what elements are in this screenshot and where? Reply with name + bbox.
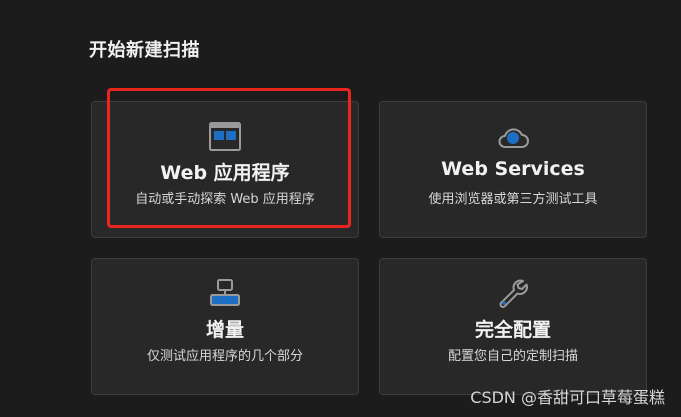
card-web-application[interactable]: Web 应用程序 自动或手动探索 Web 应用程序 [91,101,359,238]
new-scan-page: 开始新建扫描 Web 应用程序 自动或手动探索 Web 应用程序 Web Ser… [0,0,681,417]
incremental-blocks-icon [210,279,240,306]
card-description: 配置您自己的定制扫描 [447,349,578,364]
card-title: 完全配置 [474,319,551,341]
card-title: Web 应用程序 [160,162,290,184]
card-incremental[interactable]: 增量 仅测试应用程序的几个部分 [91,258,359,395]
card-description: 自动或手动探索 Web 应用程序 [135,192,315,207]
watermark: CSDN @香甜可口草莓蛋糕 [470,388,665,407]
card-description: 仅测试应用程序的几个部分 [146,349,303,364]
card-title: 增量 [205,319,244,341]
card-full-configuration[interactable]: 完全配置 配置您自己的定制扫描 [379,258,647,395]
card-title: Web Services [441,158,585,180]
cloud-globe-icon [498,128,529,148]
card-web-services[interactable]: Web Services 使用浏览器或第三方测试工具 [379,101,647,238]
card-description: 使用浏览器或第三方测试工具 [428,192,598,207]
section-title: 开始新建扫描 [89,40,200,61]
wrench-icon [499,279,528,308]
web-app-window-icon [209,122,241,151]
